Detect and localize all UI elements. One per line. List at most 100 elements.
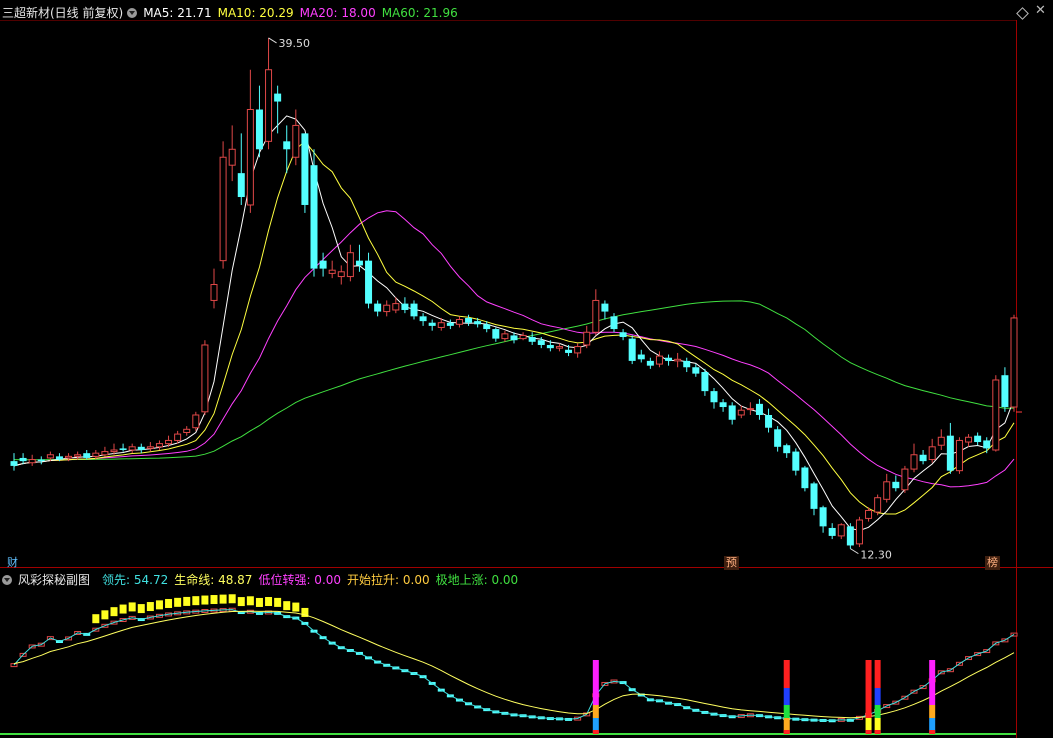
- candle-body: [901, 468, 909, 491]
- candle-body: [37, 459, 45, 462]
- hot-marker: [228, 594, 236, 604]
- candle-body: [919, 454, 927, 462]
- candle-body: [110, 449, 118, 453]
- candle-body: [674, 358, 682, 362]
- candle-body: [55, 456, 63, 460]
- candle-body: [455, 319, 463, 325]
- tag-yu[interactable]: 预: [724, 556, 739, 570]
- close-icon[interactable]: ✕: [1035, 3, 1046, 18]
- candle-body: [365, 260, 373, 304]
- candle-body: [310, 165, 318, 269]
- main-header: 三超新材(日线 前复权) MA5: 21.71 MA10: 20.29 MA20: 1…: [2, 5, 464, 21]
- lead-label: 领先: 54.72: [102, 573, 169, 587]
- candle-body: [874, 497, 882, 513]
- signal-column: [874, 688, 881, 705]
- lead-bar: [10, 663, 18, 668]
- candle-body: [337, 271, 345, 278]
- ma60-label: MA60: 21.96: [381, 6, 458, 20]
- candle-body: [1010, 317, 1018, 408]
- candle-body: [992, 379, 1000, 451]
- candle-body: [274, 93, 282, 102]
- candle-body: [810, 483, 818, 509]
- ma20-line: [13, 210, 1015, 488]
- candle-body: [937, 436, 945, 446]
- candle-body: [265, 69, 273, 142]
- candle-body: [728, 405, 736, 420]
- candle-body: [228, 148, 236, 166]
- signal-column: [874, 660, 881, 688]
- candle-body: [146, 446, 154, 449]
- candle-body: [283, 141, 291, 150]
- hot-marker: [119, 604, 127, 614]
- signal-column: [783, 705, 790, 718]
- hot-marker: [201, 595, 209, 605]
- stock-title[interactable]: 三超新材(日线 前复权): [2, 6, 123, 20]
- candle-body: [910, 454, 918, 470]
- hot-marker: [183, 596, 191, 606]
- ma5-label: MA5: 21.71: [143, 6, 212, 20]
- signal-column: [592, 688, 599, 705]
- candle-body: [637, 354, 645, 360]
- candle-body: [137, 446, 145, 450]
- hot-marker: [210, 595, 218, 605]
- hot-marker: [137, 604, 145, 614]
- sub-title[interactable]: 风彩探秘副图: [18, 573, 90, 587]
- candle-body: [219, 156, 227, 262]
- candle-body: [319, 260, 327, 269]
- hot-marker: [283, 601, 291, 611]
- candle-body: [665, 357, 673, 361]
- sub-dropdown-icon[interactable]: [2, 575, 12, 585]
- signal-column: [783, 660, 790, 688]
- candle-body: [628, 338, 636, 361]
- signal-column: [592, 705, 599, 718]
- candle-body: [165, 439, 173, 445]
- candle-body: [19, 457, 27, 462]
- polar-rise-label: 极地上涨: 0.00: [435, 573, 519, 587]
- hot-marker: [155, 600, 163, 610]
- signal-column: [929, 660, 936, 688]
- ma10-label: MA10: 20.29: [217, 6, 294, 20]
- candle-body: [783, 445, 791, 454]
- candle-body: [419, 316, 427, 322]
- candle-body: [46, 454, 54, 459]
- dropdown-icon[interactable]: [127, 8, 138, 18]
- candle-body: [819, 507, 827, 527]
- ma60-line: [13, 300, 1015, 461]
- signal-column: [865, 705, 872, 718]
- candle-body: [28, 459, 36, 464]
- candle-body: [574, 346, 582, 354]
- candle-body: [519, 334, 527, 340]
- candle-body: [837, 524, 845, 537]
- candle-body: [501, 333, 509, 340]
- candle-body: [174, 433, 182, 441]
- tag-cai[interactable]: 财: [5, 556, 20, 570]
- candle-body: [683, 360, 691, 368]
- candle-body: [737, 409, 745, 416]
- tag-bang[interactable]: 榜: [985, 556, 1000, 570]
- candle-body: [92, 452, 100, 457]
- candle-body: [801, 467, 809, 489]
- signal-column: [874, 705, 881, 718]
- candle-body: [792, 451, 800, 471]
- candle-body: [374, 303, 382, 312]
- signal-column: [865, 660, 872, 688]
- candle-body: [401, 303, 409, 310]
- signal-base: [592, 730, 599, 734]
- candle-body: [619, 332, 627, 338]
- candle-body: [492, 329, 500, 339]
- candle-body: [610, 316, 618, 330]
- low-marker: [850, 548, 859, 555]
- price-chart[interactable]: 39.50 12.30: [0, 0, 1053, 738]
- candle-body: [474, 321, 482, 325]
- high-marker: [268, 37, 277, 44]
- signal-base: [929, 730, 936, 734]
- candle-body: [846, 526, 854, 546]
- candle-body: [746, 408, 754, 411]
- candle-body: [719, 402, 727, 408]
- high-label: 39.50: [279, 37, 311, 50]
- candle-body: [65, 455, 73, 459]
- lead-line: [13, 609, 1015, 722]
- candle-body: [292, 124, 300, 158]
- hot-marker: [265, 597, 273, 607]
- candle-body: [246, 109, 254, 206]
